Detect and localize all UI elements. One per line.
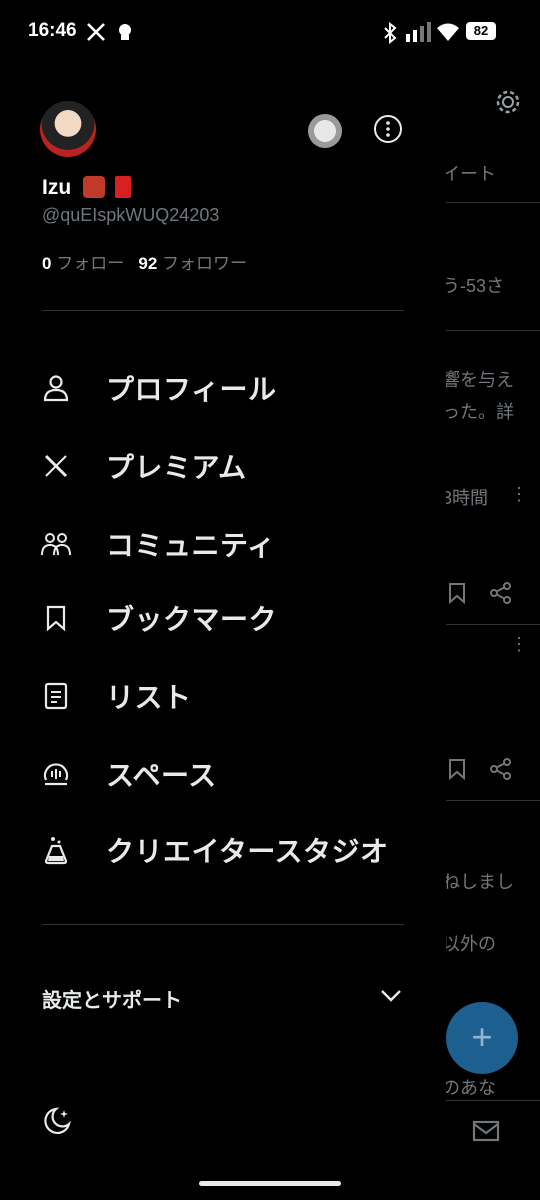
profile-handle: @quEIspkWUQ24203 — [42, 205, 220, 225]
home-indicator[interactable] — [199, 1181, 341, 1186]
flask-icon — [40, 834, 72, 866]
communities-icon — [40, 528, 72, 560]
divider — [42, 924, 404, 925]
more-dots-icon[interactable]: ⋮ — [510, 634, 528, 655]
followers-label[interactable]: フォロワー — [162, 254, 247, 273]
bookmark-icon[interactable] — [448, 758, 466, 780]
following-count[interactable]: 0 — [42, 254, 51, 273]
person-icon — [40, 372, 72, 404]
timeline-divider — [438, 624, 540, 625]
messages-icon[interactable] — [472, 1120, 500, 1142]
following-label[interactable]: フォロー — [56, 254, 124, 273]
menu-item-lists[interactable]: リスト — [40, 668, 420, 724]
timeline-snippet: 3時間 — [442, 488, 489, 508]
status-bar: 16:46 82 — [0, 0, 540, 66]
oni-emoji-icon — [83, 176, 106, 198]
app-notification-icon — [119, 24, 131, 40]
signal-icon — [406, 22, 431, 42]
divider — [42, 310, 404, 311]
timeline-snippet: 響を与え — [442, 370, 514, 390]
spaces-icon — [40, 758, 72, 790]
timeline-snippet: 以外の — [442, 934, 496, 954]
share-icon[interactable] — [490, 582, 512, 604]
timeline-divider — [438, 1100, 540, 1101]
x-logo-icon — [40, 450, 72, 482]
timeline-divider — [438, 202, 540, 203]
timeline-snippet: のあな — [442, 1078, 496, 1098]
timeline-snippet: イート — [442, 164, 496, 184]
wifi-icon — [437, 23, 459, 41]
followers-count[interactable]: 92 — [138, 254, 157, 273]
profile-name[interactable]: Izu — [42, 176, 131, 200]
share-icon[interactable] — [490, 758, 512, 780]
menu-item-creator-studio[interactable]: クリエイタースタジオ — [40, 822, 420, 878]
timeline-snippet: った。詳 — [442, 402, 514, 422]
menu-item-premium[interactable]: プレミアム — [40, 438, 420, 494]
menu-item-label: スペース — [106, 760, 217, 791]
settings-and-support-toggle[interactable]: 設定とサポート — [42, 984, 182, 1013]
menu-item-label: プロフィール — [106, 374, 277, 405]
menu-item-spaces[interactable]: スペース — [40, 746, 420, 802]
menu-item-label: コミュニティ — [106, 530, 276, 561]
status-time: 16:46 — [28, 20, 77, 41]
x-notification-icon — [87, 23, 105, 41]
plus-icon: + — [471, 1016, 493, 1057]
gear-icon[interactable] — [494, 88, 522, 116]
red-envelope-emoji-icon — [114, 176, 131, 198]
chevron-down-icon[interactable] — [380, 988, 402, 1004]
list-icon — [40, 680, 72, 712]
compose-button[interactable]: + — [446, 1002, 518, 1074]
timeline-divider — [438, 330, 540, 331]
timeline-snippet: ねしまし — [442, 872, 514, 892]
timeline-divider — [438, 800, 540, 801]
menu-item-bookmarks[interactable]: ブックマーク — [40, 590, 420, 646]
battery-indicator: 82 — [466, 22, 496, 40]
timeline-snippet: う-53さ — [442, 276, 505, 296]
more-accounts-icon[interactable] — [374, 115, 402, 143]
bookmark-icon[interactable] — [448, 582, 466, 604]
avatar[interactable] — [40, 101, 96, 157]
follow-stats: 0 フォロー 92 フォロワー — [42, 249, 247, 274]
bluetooth-icon — [384, 22, 397, 44]
bookmark-icon — [40, 602, 72, 634]
display-mode-moon-icon[interactable] — [42, 1106, 72, 1136]
menu-item-profile[interactable]: プロフィール — [40, 360, 420, 416]
menu-item-label: クリエイタースタジオ — [106, 836, 389, 867]
menu-item-communities[interactable]: コミュニティ — [40, 516, 420, 572]
account-switcher-avatar[interactable] — [308, 114, 342, 148]
menu-item-label: ブックマーク — [106, 604, 278, 635]
menu-item-label: プレミアム — [106, 452, 247, 483]
menu-item-label: リスト — [106, 682, 192, 713]
more-dots-icon[interactable]: ⋮ — [510, 484, 528, 505]
